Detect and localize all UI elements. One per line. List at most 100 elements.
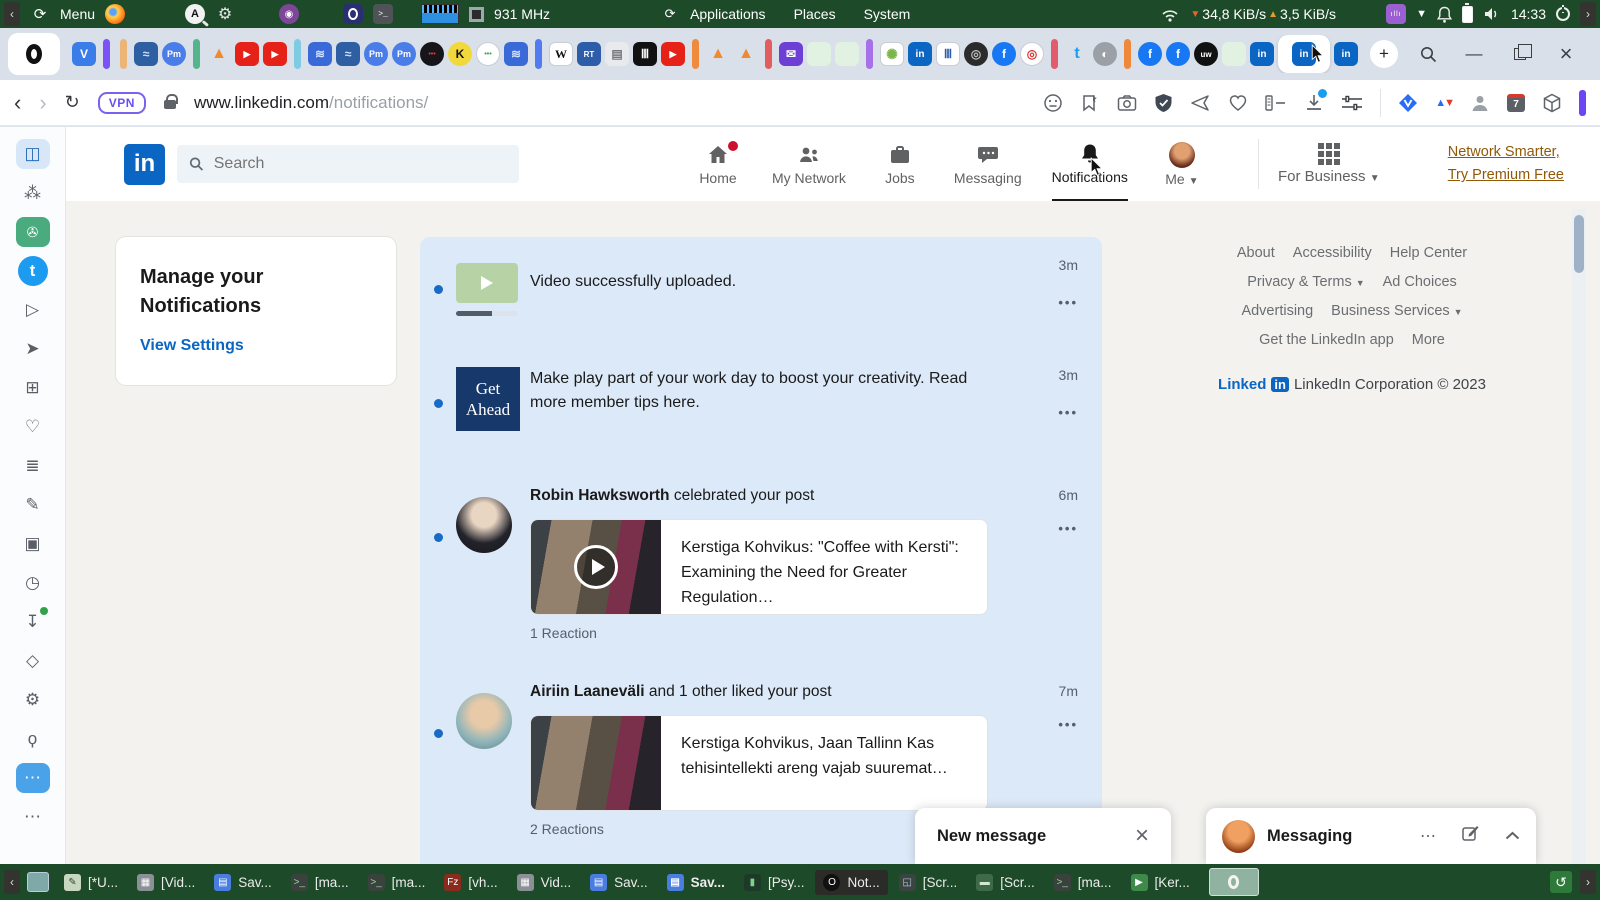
menu-label[interactable]: Menu bbox=[60, 6, 95, 22]
tab-protonmail-icon[interactable]: Pm bbox=[392, 42, 416, 66]
notification-menu-icon[interactable]: ••• bbox=[1058, 405, 1078, 420]
downloads-icon[interactable]: ↧ bbox=[16, 607, 50, 637]
search-box[interactable] bbox=[177, 145, 519, 183]
tab-group-separator[interactable] bbox=[1051, 39, 1058, 69]
taskbar-window-scr[interactable]: ▬ [Scr... bbox=[968, 870, 1043, 895]
account-extension-icon[interactable] bbox=[1470, 93, 1490, 113]
news-icon[interactable]: ≣ bbox=[16, 451, 50, 481]
tab-dots-green-icon[interactable]: ••• bbox=[476, 42, 500, 66]
twitter-icon[interactable]: t bbox=[17, 256, 48, 286]
notification-headline[interactable]: Airiin Laaneväli and 1 other liked your … bbox=[530, 683, 988, 701]
reactions-count[interactable]: 1 Reaction bbox=[530, 625, 1078, 645]
applications-menu[interactable]: Applications bbox=[690, 6, 766, 22]
post-title[interactable]: Kerstiga Kohvikus: "Coffee with Kersti":… bbox=[661, 520, 987, 614]
audio-tray-icon[interactable]: ıllı bbox=[1386, 4, 1407, 24]
tune-sliders-icon[interactable] bbox=[1341, 93, 1363, 113]
heart-icon[interactable] bbox=[1228, 94, 1248, 112]
footer-link-help-center[interactable]: Help Center bbox=[1390, 245, 1467, 261]
feedback-face-icon[interactable] bbox=[1043, 93, 1063, 113]
tab-uw-black-icon[interactable]: uw bbox=[1194, 42, 1218, 66]
taskbar-window-sav[interactable]: ▤ Sav... bbox=[582, 870, 656, 895]
tab-pattern-blue-icon[interactable]: ≋ bbox=[308, 42, 332, 66]
tab-search-icon[interactable] bbox=[1418, 44, 1438, 64]
scrollbar-thumb[interactable] bbox=[1574, 215, 1584, 273]
heart-icon[interactable]: ♡ bbox=[16, 412, 50, 442]
tab-group-separator[interactable] bbox=[765, 39, 772, 69]
footer-link-business-services[interactable]: Business Services ▼ bbox=[1331, 303, 1462, 319]
tab-linkedin-icon[interactable]: in bbox=[908, 42, 932, 66]
nav-home[interactable]: Home bbox=[694, 127, 742, 201]
post-thumbnail[interactable] bbox=[531, 716, 661, 810]
tab-facebook-icon[interactable]: f bbox=[992, 42, 1016, 66]
reading-list-icon[interactable]: ◫ bbox=[15, 139, 50, 169]
notification-headline[interactable]: Robin Hawksworth celebrated your post bbox=[530, 487, 988, 505]
trash-icon[interactable]: ↺ bbox=[1550, 871, 1572, 893]
tab-youtube-icon[interactable]: ▶ bbox=[263, 42, 287, 66]
notification-item[interactable]: Get Ahead Make play part of your work da… bbox=[420, 353, 1102, 465]
actor-name[interactable]: Robin Hawksworth bbox=[530, 487, 670, 504]
battery-icon[interactable] bbox=[1461, 2, 1473, 23]
minimize-icon[interactable]: — bbox=[1464, 44, 1484, 64]
taskbar-window-ma[interactable]: >_ [ma... bbox=[360, 870, 434, 895]
for-business-menu[interactable]: For Business ▼ bbox=[1278, 127, 1380, 201]
taskbar-collapse-icon[interactable]: ‹ bbox=[4, 870, 20, 894]
nav-my-network[interactable]: My Network bbox=[772, 127, 846, 201]
tab-group-separator[interactable] bbox=[294, 39, 301, 69]
footer-link-more[interactable]: More bbox=[1412, 332, 1445, 348]
tab-facebook-icon[interactable]: f bbox=[1138, 42, 1162, 66]
post-title[interactable]: Kerstiga Kohvikus, Jaan Tallinn Kas tehi… bbox=[661, 716, 987, 810]
view-settings-link[interactable]: View Settings bbox=[140, 337, 244, 355]
notifications-bell-icon[interactable] bbox=[1436, 6, 1452, 23]
chatgpt-icon[interactable]: ✇ bbox=[15, 217, 50, 247]
new-tab-button[interactable]: + bbox=[1370, 40, 1398, 68]
address-bar[interactable]: www.linkedin.com/notifications/ bbox=[194, 93, 1025, 113]
reading-list-icon[interactable] bbox=[1265, 94, 1287, 111]
premium-upsell[interactable]: Network Smarter, Try Premium Free bbox=[1448, 141, 1564, 187]
settings-icon[interactable]: ⚙ bbox=[16, 685, 50, 715]
tab-youtube-icon[interactable]: ▶ bbox=[235, 42, 259, 66]
tab-archive-museum-icon[interactable]: Ⅲ bbox=[633, 42, 657, 66]
tab-pale-tab[interactable] bbox=[1222, 42, 1246, 66]
tab-spiral-icon[interactable]: ✺ bbox=[880, 42, 904, 66]
taskbar-window-vid[interactable]: ▦ [Vid... bbox=[129, 870, 203, 895]
paw-icon[interactable]: ⁂ bbox=[16, 178, 50, 208]
tab-rt-icon[interactable]: RT bbox=[577, 42, 601, 66]
bookmark-icon[interactable] bbox=[1080, 93, 1100, 113]
tab-group-separator[interactable] bbox=[692, 39, 699, 69]
more-icon[interactable]: ⋯ bbox=[16, 802, 50, 832]
post-preview-card[interactable]: Kerstiga Kohvikus, Jaan Tallinn Kas tehi… bbox=[530, 715, 988, 811]
tab-dots-red-black-icon[interactable]: ••• bbox=[420, 42, 444, 66]
apps-grid-icon[interactable]: ⊞ bbox=[16, 373, 50, 403]
snapshot-camera-icon[interactable] bbox=[1117, 94, 1137, 112]
messaging-panel[interactable]: Messaging ⋯ bbox=[1206, 808, 1536, 864]
notification-menu-icon[interactable]: ••• bbox=[1058, 717, 1078, 732]
taskbar-window-ker[interactable]: ▶ [Ker... bbox=[1123, 870, 1198, 895]
panel-expand-icon[interactable]: › bbox=[1580, 2, 1596, 26]
taskbar-window-scr[interactable]: ◱ [Scr... bbox=[891, 870, 966, 895]
compose-icon[interactable]: ✎ bbox=[16, 490, 50, 520]
window-icon[interactable]: ▣ bbox=[16, 529, 50, 559]
tab-wikipedia-icon[interactable]: W bbox=[549, 42, 573, 66]
opera-launcher-button[interactable] bbox=[1208, 868, 1259, 896]
close-icon[interactable]: × bbox=[1135, 822, 1149, 850]
tab-fox-icon[interactable]: ▲ bbox=[734, 42, 758, 66]
menu-logo-icon[interactable]: ⟳ bbox=[30, 4, 50, 24]
chat-bubble-icon[interactable]: ⋯ bbox=[15, 763, 50, 793]
reload-icon[interactable]: ↻ bbox=[65, 92, 80, 113]
tab-globe-gray-icon[interactable]: ◐ bbox=[1093, 42, 1117, 66]
send-icon[interactable]: ➤ bbox=[16, 334, 50, 364]
tab-group-separator[interactable] bbox=[1124, 39, 1131, 69]
notification-menu-icon[interactable]: ••• bbox=[1058, 521, 1078, 536]
send-icon[interactable] bbox=[1190, 94, 1211, 112]
tab-mail-purple-icon[interactable]: ✉ bbox=[779, 42, 803, 66]
tab-protonmail-icon[interactable]: Pm bbox=[162, 42, 186, 66]
taskbar-expand-icon[interactable]: › bbox=[1580, 870, 1596, 894]
tab-protonmail-icon[interactable]: Pm bbox=[364, 42, 388, 66]
opera-menu-button[interactable] bbox=[8, 33, 60, 75]
traffic-arrows-icon[interactable]: ▲▼ bbox=[1435, 97, 1455, 109]
volume-icon[interactable] bbox=[1483, 6, 1501, 22]
taskbar-window-psy[interactable]: ▮ [Psy... bbox=[736, 870, 813, 895]
show-desktop-icon[interactable] bbox=[27, 872, 49, 892]
tab-fox-icon[interactable]: ▲ bbox=[207, 42, 231, 66]
tor-browser-icon[interactable]: ◉ bbox=[279, 4, 300, 24]
